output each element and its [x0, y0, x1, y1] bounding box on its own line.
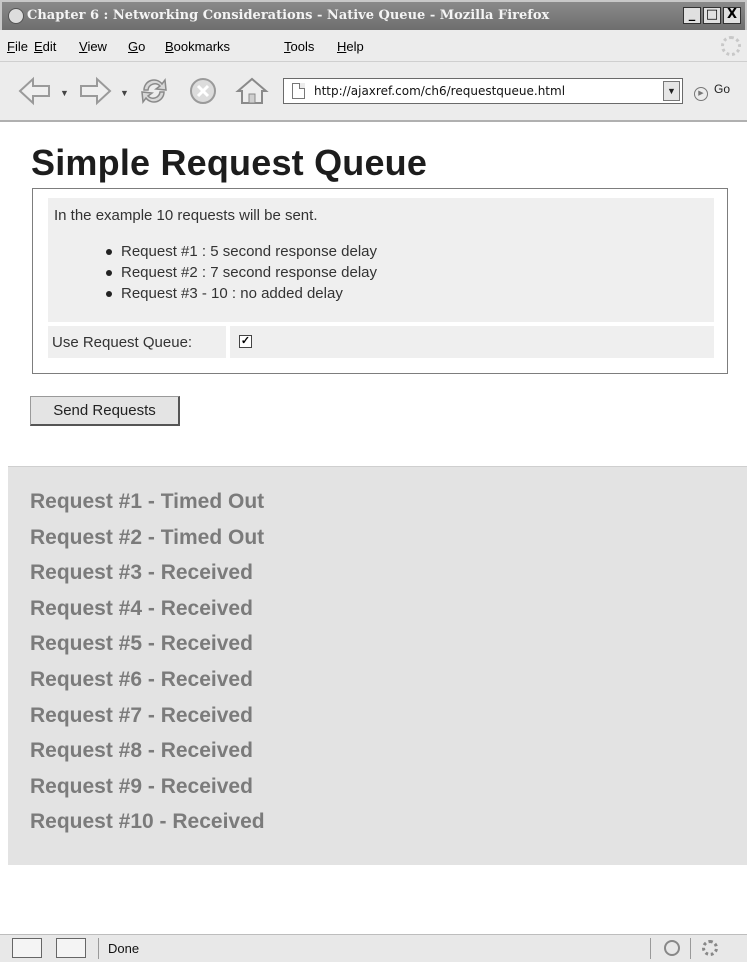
back-history-dropdown-icon[interactable]: ▼ [60, 88, 69, 98]
list-item: Request #5 - Received [30, 632, 253, 656]
list-item: Request #8 - Received [30, 739, 253, 763]
close-button[interactable]: X [723, 7, 741, 24]
gear-icon[interactable] [702, 940, 718, 956]
menu-view-label: iew [87, 39, 107, 54]
menu-help[interactable]: Help [337, 39, 364, 54]
intro-text: In the example 10 requests will be sent. [54, 207, 318, 224]
list-item: Request #6 - Received [30, 667, 253, 691]
menu-file-accel: F [7, 39, 15, 54]
forward-history-dropdown-icon[interactable]: ▼ [120, 88, 129, 98]
list-item: Request #3 - Received [30, 561, 253, 585]
list-item: Request #4 - Received [30, 596, 253, 620]
use-request-queue-label: Use Request Queue: [52, 334, 193, 351]
minimize-button[interactable]: _ [683, 7, 701, 24]
list-item: Request #10 - Received [30, 810, 265, 834]
list-item: Request #2 : 7 second response delay [106, 262, 377, 283]
go-button[interactable]: ▶ Go [694, 82, 730, 101]
response-panel: Request #1 - Timed Out Request #2 - Time… [8, 466, 747, 865]
status-text: Done [108, 941, 140, 956]
menu-bookmarks-label: ookmarks [173, 39, 231, 54]
forward-arrow-icon[interactable] [78, 76, 112, 106]
menu-bookmarks[interactable]: Bookmarks [165, 39, 230, 54]
address-bar[interactable]: http://ajaxref.com/ch6/requestqueue.html… [283, 78, 683, 104]
url-dropdown-icon[interactable]: ▼ [663, 81, 680, 101]
list-item: Request #1 - Timed Out [30, 490, 265, 513]
firefox-logo-icon [8, 8, 24, 24]
go-arrow-icon: ▶ [694, 87, 708, 101]
queue-label-cell: Use Request Queue: [48, 326, 226, 358]
menu-go-accel: G [128, 39, 139, 54]
reload-icon[interactable] [138, 76, 170, 106]
use-request-queue-checkbox[interactable]: ✓ [239, 335, 252, 348]
back-arrow-icon[interactable] [18, 76, 52, 106]
window-controls: _ □ X [683, 7, 741, 24]
menu-view[interactable]: View [79, 39, 107, 54]
options-box: In the example 10 requests will be sent.… [32, 188, 728, 374]
web-developer-icon[interactable] [12, 938, 42, 958]
menu-edit[interactable]: Edit [34, 39, 56, 54]
menu-go-label: o [138, 39, 146, 54]
status-bar: Done [0, 934, 747, 962]
info-cell: In the example 10 requests will be sent.… [48, 198, 714, 322]
go-label: Go [714, 82, 731, 96]
window-title: Chapter 6 : Networking Considerations - … [27, 8, 550, 23]
menu-bar: File Edit View Go Bookmarks Tools Help [0, 30, 747, 62]
home-icon[interactable] [235, 76, 269, 106]
list-item: Request #3 - 10 : no added delay [106, 283, 377, 304]
menu-go[interactable]: Go [128, 39, 145, 54]
window-title-bar: Chapter 6 : Networking Considerations - … [0, 0, 747, 30]
url-text[interactable]: http://ajaxref.com/ch6/requestqueue.html [314, 84, 565, 98]
response-list: Request #1 - Timed Out Request #2 - Time… [30, 489, 265, 845]
menu-edit-accel: E [34, 39, 43, 54]
menu-help-label: elp [346, 39, 364, 54]
delay-list: Request #1 : 5 second response delay Req… [106, 241, 377, 304]
page-title: Simple Request Queue [31, 142, 428, 183]
page-icon [292, 83, 305, 99]
menu-tools-label: ools [290, 39, 315, 54]
menu-help-accel: H [337, 39, 347, 54]
security-check-icon[interactable] [664, 940, 680, 956]
list-item: Request #9 - Received [30, 774, 253, 798]
pointer-tool-icon[interactable] [56, 938, 86, 958]
send-requests-button[interactable]: Send Requests [30, 396, 180, 426]
queue-checkbox-cell: ✓ [230, 326, 714, 358]
list-item: Request #7 - Received [30, 703, 253, 727]
menu-tools[interactable]: Tools [284, 39, 314, 54]
list-item: Request #1 : 5 second response delay [106, 241, 377, 262]
maximize-button[interactable]: □ [703, 7, 721, 24]
list-item: Request #2 - Timed Out [30, 525, 265, 549]
menu-edit-label: dit [42, 39, 57, 54]
menu-file[interactable]: File [7, 39, 28, 54]
menu-file-label: ile [14, 39, 28, 54]
throbber-icon [721, 36, 741, 56]
status-divider [650, 938, 651, 959]
stop-icon[interactable] [188, 76, 218, 106]
page-content: Simple Request Queue In the example 10 r… [0, 122, 747, 934]
status-divider [98, 938, 99, 959]
menu-bookmarks-accel: B [165, 39, 174, 54]
navigation-toolbar: ▼ ▼ http://ajaxref.com/ch6/requestqueue.… [0, 62, 747, 122]
status-divider [690, 938, 691, 959]
